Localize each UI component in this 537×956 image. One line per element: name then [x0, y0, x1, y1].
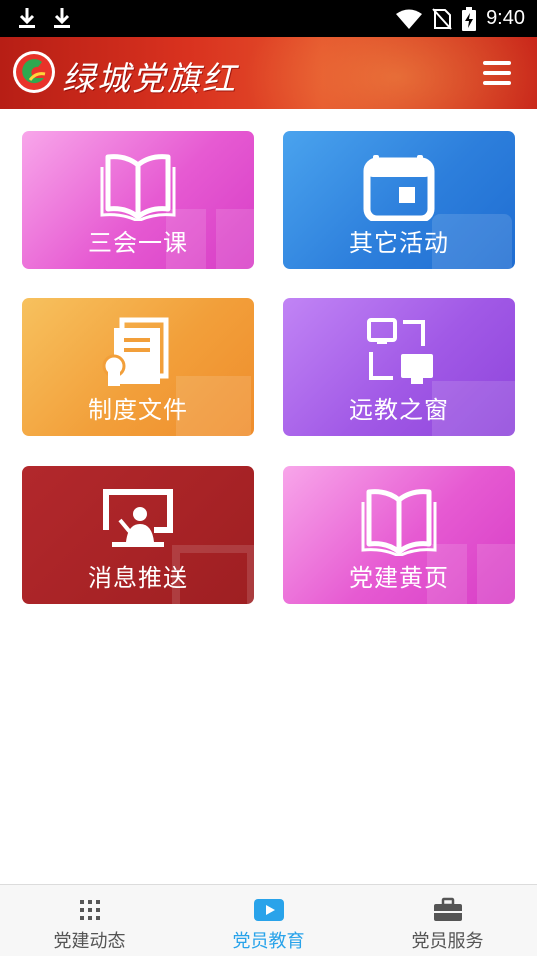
- book-icon: [100, 154, 176, 221]
- wifi-icon: [396, 9, 423, 29]
- nav-item-member-education[interactable]: 党员教育: [179, 885, 358, 956]
- calendar-icon: [363, 155, 435, 221]
- tile-message-push[interactable]: 消息推送: [22, 466, 254, 604]
- download-icon: [19, 8, 35, 28]
- status-time: 9:40: [486, 7, 525, 29]
- tile-label: 其它活动: [349, 229, 449, 257]
- app-brand: 绿城党旗红: [62, 59, 237, 98]
- tile-regulations[interactable]: 制度文件: [22, 298, 254, 436]
- menu-button[interactable]: [483, 61, 511, 85]
- tile-party-yellow-pages[interactable]: 党建黄页: [283, 466, 515, 604]
- presentation-icon: [103, 489, 173, 547]
- grid-icon: [79, 900, 100, 920]
- tile-label: 远教之窗: [349, 396, 449, 424]
- app-header: 绿城党旗红: [0, 37, 537, 109]
- nav-item-party-news[interactable]: 党建动态: [0, 885, 179, 956]
- monitors-icon: [367, 318, 433, 384]
- tile-distance-education[interactable]: 远教之窗: [283, 298, 515, 436]
- tile-meetings-lessons[interactable]: 三会一课: [22, 131, 254, 269]
- battery-charging-icon: [462, 6, 477, 31]
- nav-item-member-services[interactable]: 党员服务: [358, 885, 537, 956]
- nav-label: 党员教育: [232, 931, 305, 952]
- status-bar: 9:40: [0, 0, 537, 37]
- tile-label: 党建黄页: [349, 564, 449, 592]
- book-icon: [361, 489, 437, 556]
- nav-label: 党员服务: [411, 931, 484, 952]
- tile-label: 消息推送: [88, 564, 188, 592]
- play-icon: [253, 899, 284, 921]
- tile-label: 制度文件: [88, 396, 188, 424]
- no-sim-icon: [432, 7, 452, 30]
- nav-label: 党建动态: [53, 931, 126, 952]
- tile-other-activities[interactable]: 其它活动: [283, 131, 515, 269]
- tile-label: 三会一课: [88, 229, 188, 257]
- briefcase-icon: [433, 897, 462, 921]
- logo-icon: [13, 51, 55, 93]
- document-icon: [102, 317, 169, 386]
- bottom-nav: 党建动态 党员教育 党员服务: [0, 884, 537, 956]
- download-icon: [54, 8, 70, 28]
